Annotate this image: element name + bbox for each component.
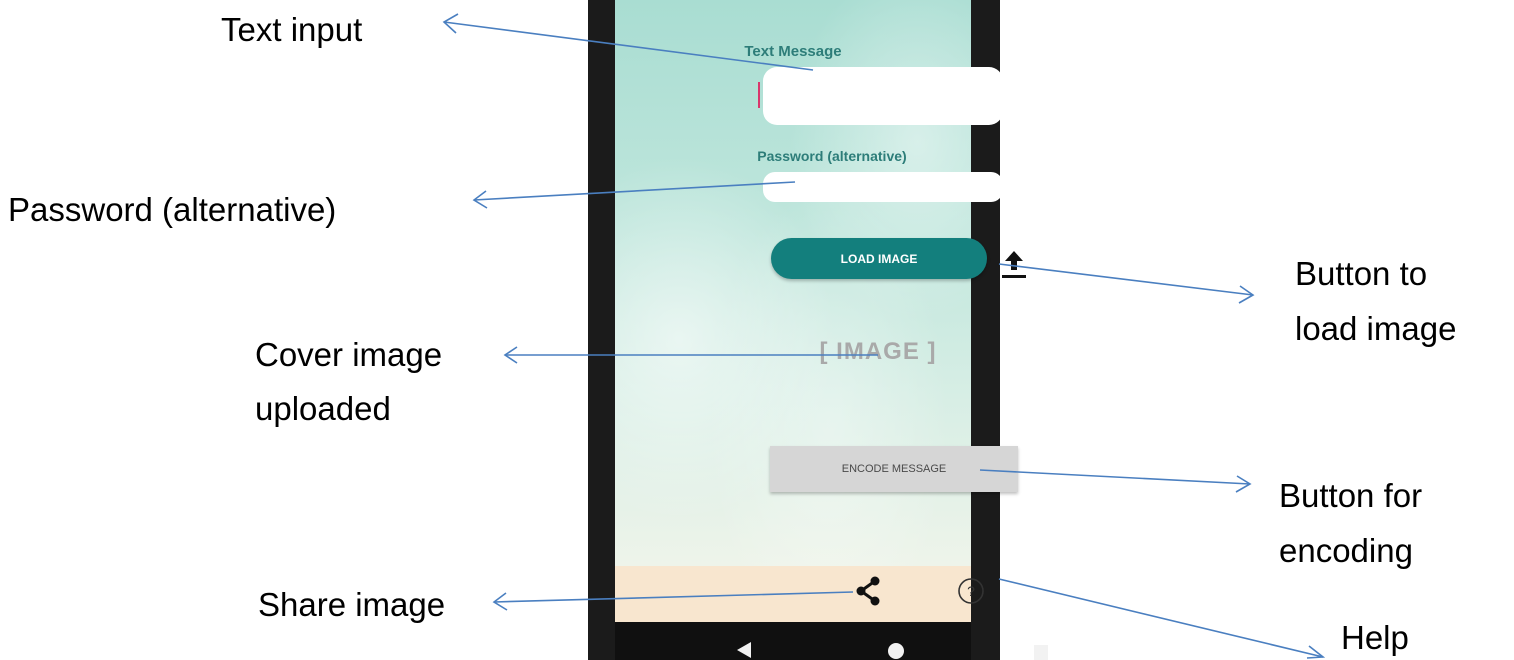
arrowhead-cover-image [503, 346, 518, 364]
arrowhead-password [472, 190, 488, 209]
phone-frame: Text Message Password (alternative) [588, 0, 1003, 660]
text-message-label: Text Message [744, 43, 842, 60]
recents-square-icon[interactable] [1034, 643, 1048, 660]
callout-load-button-line2: load image [1295, 310, 1457, 347]
bottom-action-bar [615, 566, 971, 622]
password-label: Password (alternative) [757, 148, 907, 164]
text-cursor [758, 82, 760, 108]
text-message-input[interactable] [763, 67, 1003, 125]
callout-share: Share image [258, 586, 446, 623]
callout-load-button-line1: Button to [1295, 255, 1428, 292]
share-icon[interactable] [853, 574, 883, 608]
load-image-button[interactable]: LOAD IMAGE [771, 238, 987, 279]
help-icon[interactable]: ? [954, 574, 988, 608]
callout-text-input: Text input [221, 11, 363, 48]
arrowhead-load-button [1238, 285, 1255, 304]
callout-help: Help [1341, 619, 1409, 656]
arrowhead-encode-button [1235, 475, 1252, 493]
callout-encode-button-line1: Button for [1279, 477, 1423, 514]
svg-text:?: ? [967, 583, 975, 599]
password-input[interactable] [763, 172, 1003, 202]
callout-encode-button-line2: encoding [1279, 532, 1413, 569]
back-triangle-icon[interactable] [735, 640, 753, 660]
arrowhead-share [492, 592, 508, 611]
callout-password: Password (alternative) [8, 191, 337, 228]
arrowhead-help [1306, 645, 1326, 659]
upload-icon[interactable] [999, 248, 1029, 282]
arrowhead-text-input [442, 13, 459, 34]
home-circle-icon[interactable] [887, 642, 905, 660]
android-nav-bar [615, 622, 971, 660]
cover-image-placeholder: [ IMAGE ] [819, 338, 937, 365]
arrow-encode-button [979, 469, 1251, 485]
encode-message-button[interactable]: ENCODE MESSAGE [770, 446, 1018, 492]
arrow-load-button [998, 263, 1254, 296]
callout-cover-image-line2: uploaded [255, 390, 391, 427]
callout-cover-image-line1: Cover image [255, 336, 443, 373]
